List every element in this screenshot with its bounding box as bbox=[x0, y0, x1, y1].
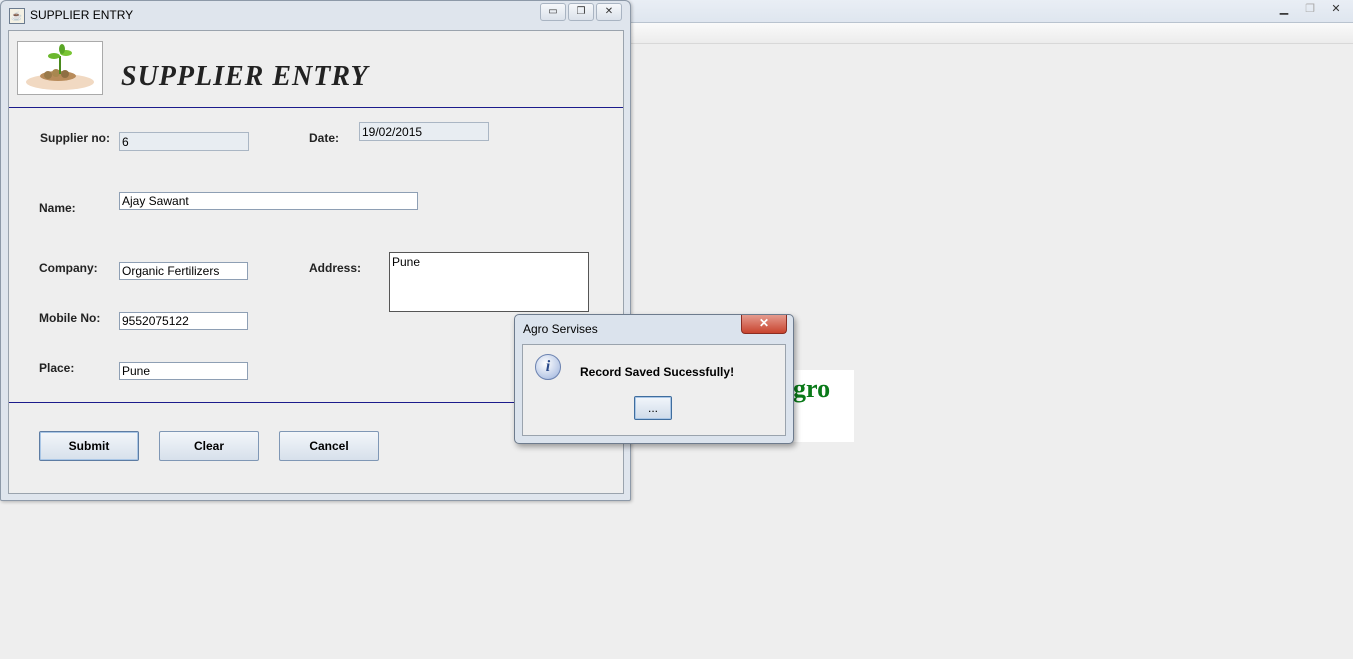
company-label: Company: bbox=[39, 261, 98, 275]
message-dialog: Agro Servises ✕ i Record Saved Sucessful… bbox=[514, 314, 794, 444]
date-label: Date: bbox=[309, 131, 340, 145]
main-window-controls: ▁ ❐ ✕ bbox=[1271, 0, 1349, 16]
cancel-button[interactable]: Cancel bbox=[279, 431, 379, 461]
close-button[interactable]: ✕ bbox=[596, 3, 622, 21]
window-title: SUPPLIER ENTRY bbox=[30, 8, 134, 22]
dialog-ok-button[interactable]: ... bbox=[634, 396, 672, 420]
window-controls: ▭ ❐ ✕ bbox=[540, 3, 622, 21]
info-icon: i bbox=[535, 354, 561, 380]
submit-button[interactable]: Submit bbox=[39, 431, 139, 461]
dialog-body: i Record Saved Sucessfully! ... bbox=[522, 344, 786, 436]
name-field[interactable]: Ajay Sawant bbox=[119, 192, 418, 210]
minimize-button[interactable]: ▭ bbox=[540, 3, 566, 21]
place-label: Place: bbox=[39, 361, 75, 375]
main-window-menubar bbox=[628, 23, 1353, 44]
mobile-field[interactable]: 9552075122 bbox=[119, 312, 248, 330]
plant-logo-icon bbox=[17, 41, 103, 95]
address-textarea[interactable]: Pune bbox=[389, 252, 589, 312]
supplier-no-label: Supplier no: bbox=[40, 131, 110, 145]
mobile-label: Mobile No: bbox=[39, 311, 101, 325]
supplier-no-field[interactable]: 6 bbox=[119, 132, 249, 151]
header-divider bbox=[9, 107, 623, 108]
minimize-icon[interactable]: ▁ bbox=[1271, 0, 1297, 16]
place-field[interactable]: Pune bbox=[119, 362, 248, 380]
company-field[interactable]: Organic Fertilizers bbox=[119, 262, 248, 280]
dialog-message: Record Saved Sucessfully! bbox=[580, 365, 735, 379]
java-app-icon: ☕ bbox=[9, 8, 25, 24]
agro-logo-text: gro bbox=[793, 374, 831, 403]
maximize-icon[interactable]: ❐ bbox=[1297, 0, 1323, 16]
agro-logo: gro bbox=[790, 370, 854, 442]
close-icon[interactable]: ✕ bbox=[1323, 0, 1349, 16]
name-label: Name: bbox=[39, 201, 76, 215]
address-label: Address: bbox=[309, 261, 362, 275]
window-titlebar[interactable]: ☕ SUPPLIER ENTRY ▭ ❐ ✕ bbox=[1, 1, 630, 28]
dialog-title: Agro Servises bbox=[523, 322, 598, 336]
page-title: SUPPLIER ENTRY bbox=[121, 61, 369, 92]
clear-button[interactable]: Clear bbox=[159, 431, 259, 461]
dialog-close-button[interactable]: ✕ bbox=[741, 315, 787, 334]
date-field[interactable]: 19/02/2015 bbox=[359, 122, 489, 141]
restore-button[interactable]: ❐ bbox=[568, 3, 594, 21]
